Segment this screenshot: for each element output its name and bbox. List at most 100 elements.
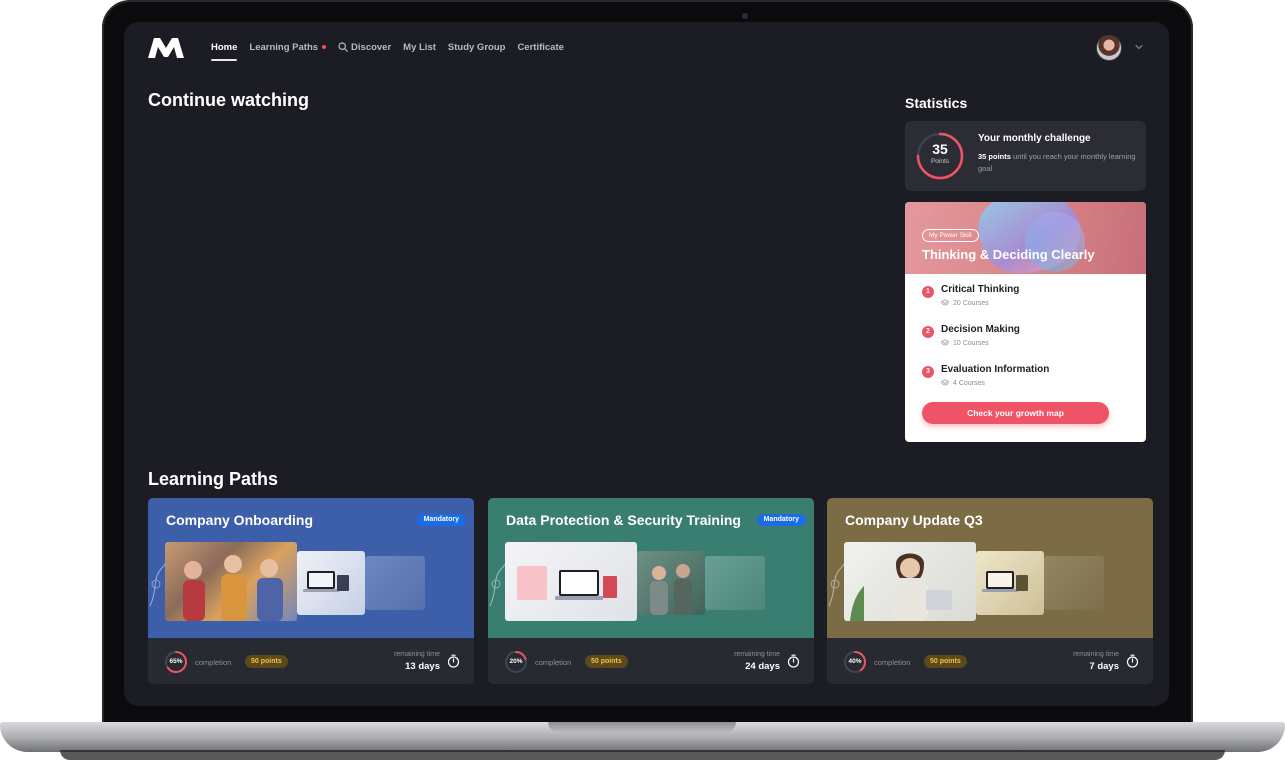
- points-badge: 50 points: [585, 655, 628, 668]
- course-thumbnail-main: [505, 542, 637, 621]
- remaining-time-label: remaining time: [1073, 651, 1119, 658]
- stopwatch-icon: [447, 654, 460, 668]
- path-card-footer: 20% completion 50 points remaining time …: [488, 638, 814, 684]
- points-badge: 50 points: [924, 655, 967, 668]
- path-title: Company Onboarding: [166, 512, 313, 528]
- brand-logo[interactable]: [148, 38, 184, 58]
- challenge-desc-bold: 35 points: [978, 152, 1011, 161]
- completion-label: completion: [874, 658, 911, 667]
- path-title: Company Update Q3: [845, 512, 983, 528]
- path-card-banner: Company Update Q3: [827, 498, 1153, 638]
- layers-icon: [941, 339, 949, 346]
- course-thumbnail-main: [844, 542, 976, 621]
- laptop-notch: [548, 722, 736, 732]
- completion-label: completion: [535, 658, 572, 667]
- user-avatar[interactable]: [1096, 35, 1122, 61]
- remaining-time-value: 24 days: [745, 661, 780, 672]
- skill-item[interactable]: 2 Decision Making 10 Courses: [922, 324, 1132, 356]
- laptop-mockup-icon: [517, 566, 617, 600]
- remaining-time-label: remaining time: [734, 651, 780, 658]
- course-thumbnail-mid: [637, 551, 705, 615]
- skill-item-courses: 4 Courses: [941, 379, 985, 387]
- path-card-footer: 65% completion 50 points remaining time …: [148, 638, 474, 684]
- monthly-challenge-card[interactable]: 35 Points Your monthly challenge 35 poin…: [905, 121, 1146, 191]
- learning-paths-heading: Learning Paths: [148, 469, 279, 489]
- nav-learning-paths[interactable]: Learning Paths: [249, 22, 327, 72]
- skill-number-badge: 2: [922, 326, 934, 338]
- completion-percent: 40%: [848, 658, 862, 665]
- course-thumbnail-back: [365, 556, 425, 610]
- nav-home-label: Home: [211, 41, 238, 53]
- people-illustration-icon: [183, 555, 283, 621]
- layers-icon: [941, 299, 949, 306]
- camera-dot: [742, 13, 748, 19]
- completion-percent: 65%: [169, 658, 183, 665]
- challenge-description: 35 points until you reach your monthly l…: [978, 151, 1138, 175]
- learning-path-card[interactable]: Company Onboarding Mandatory 65% complet…: [148, 498, 474, 684]
- skill-item[interactable]: 1 Critical Thinking 20 Courses: [922, 284, 1132, 316]
- mandatory-badge: Mandatory: [416, 514, 466, 526]
- nav-my-list[interactable]: My List: [403, 22, 436, 72]
- growth-map-button[interactable]: Check your growth map: [922, 402, 1109, 424]
- laptop-shadow: [60, 750, 1225, 760]
- statistics-heading: Statistics: [905, 95, 968, 111]
- people-illustration-icon: [650, 564, 692, 615]
- top-nav: Home Learning Paths Discover My List Stu…: [124, 22, 1169, 72]
- skill-item-courses-text: 4 Courses: [953, 379, 985, 387]
- challenge-title: Your monthly challenge: [978, 133, 1091, 144]
- challenge-points-label: Points: [930, 158, 950, 165]
- path-title: Data Protection & Security Training: [506, 512, 741, 528]
- stopwatch-icon: [787, 654, 800, 668]
- course-thumbnail-back: [705, 556, 765, 610]
- continue-watching-heading: Continue watching: [148, 90, 309, 110]
- stopwatch-icon: [1126, 654, 1139, 668]
- course-thumbnail-back: [1044, 556, 1104, 610]
- path-card-footer: 40% completion 50 points remaining time …: [827, 638, 1153, 684]
- skill-item-courses: 20 Courses: [941, 299, 989, 307]
- completion-percent: 20%: [509, 658, 523, 665]
- skill-item-courses-text: 10 Courses: [953, 339, 989, 347]
- skill-item-courses: 10 Courses: [941, 339, 989, 347]
- nav-learning-paths-label: Learning Paths: [249, 41, 319, 53]
- layers-icon: [941, 379, 949, 386]
- mandatory-badge: Mandatory: [756, 514, 806, 526]
- learning-path-card[interactable]: Data Protection & Security Training Mand…: [488, 498, 814, 684]
- power-skill-title: Thinking & Deciding Clearly: [922, 247, 1095, 262]
- skill-item-title: Decision Making: [941, 324, 1020, 335]
- nav-certificate-label: Certificate: [517, 41, 564, 53]
- nav-links: Home Learning Paths Discover My List Stu…: [211, 22, 576, 72]
- remaining-time-label: remaining time: [394, 651, 440, 658]
- nav-discover[interactable]: Discover: [338, 22, 391, 72]
- learning-path-card[interactable]: Company Update Q3 40% completion 50 poin…: [827, 498, 1153, 684]
- path-card-banner: Company Onboarding Mandatory: [148, 498, 474, 638]
- nav-home[interactable]: Home: [211, 22, 238, 72]
- skill-number-badge: 3: [922, 366, 934, 378]
- skill-item-title: Evaluation Information: [941, 364, 1050, 375]
- remaining-time-value: 7 days: [1089, 661, 1119, 672]
- app-screen: Home Learning Paths Discover My List Stu…: [124, 22, 1169, 706]
- course-thumbnail-mid: [976, 551, 1044, 615]
- search-icon: [338, 42, 348, 52]
- course-thumbnail-main: [165, 542, 297, 621]
- nav-study-group[interactable]: Study Group: [448, 22, 506, 72]
- completion-label: completion: [195, 658, 232, 667]
- remaining-time-value: 13 days: [405, 661, 440, 672]
- laptop-mockup-icon: [303, 571, 349, 592]
- person-illustration-icon: [850, 553, 952, 621]
- notification-dot: [322, 45, 327, 49]
- power-skill-card: My Power Skill Thinking & Deciding Clear…: [905, 202, 1146, 442]
- nav-study-group-label: Study Group: [447, 41, 506, 53]
- laptop-mockup-icon: [982, 571, 1028, 592]
- path-card-banner: Data Protection & Security Training Mand…: [488, 498, 814, 638]
- nav-my-list-label: My List: [403, 41, 436, 53]
- chevron-down-icon[interactable]: [1135, 44, 1143, 50]
- nav-certificate[interactable]: Certificate: [517, 22, 563, 72]
- power-skill-header: My Power Skill Thinking & Deciding Clear…: [905, 202, 1146, 282]
- skill-item[interactable]: 3 Evaluation Information 4 Courses: [922, 364, 1132, 396]
- course-thumbnail-mid: [297, 551, 365, 615]
- skill-item-courses-text: 20 Courses: [953, 299, 989, 307]
- decorative-shape: [1025, 212, 1085, 272]
- skill-number-badge: 1: [922, 286, 934, 298]
- challenge-points-value: 35: [932, 141, 948, 157]
- nav-discover-label: Discover: [351, 41, 392, 53]
